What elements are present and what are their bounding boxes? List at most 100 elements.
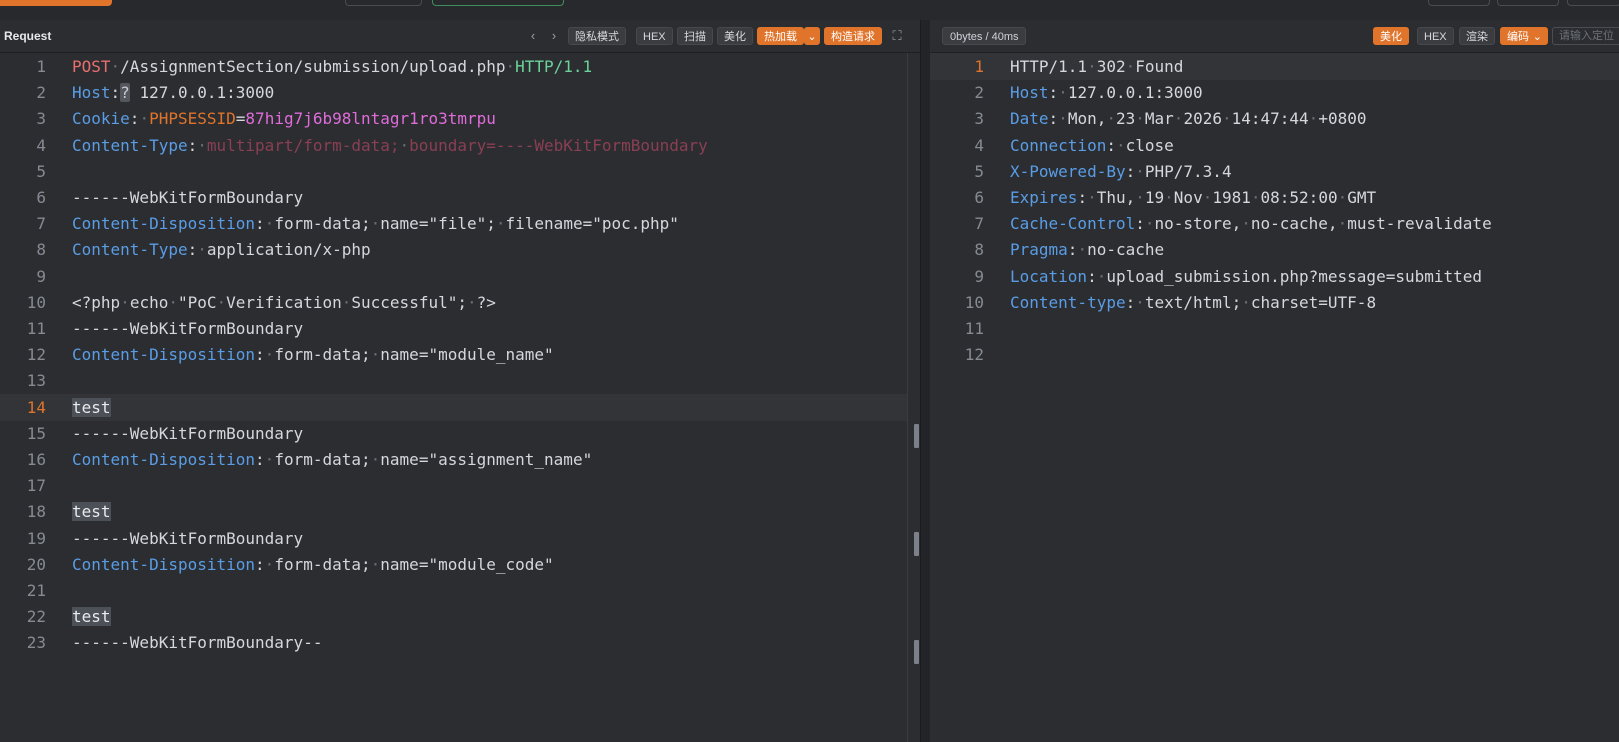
code-token: test [72,502,111,522]
whitespace-marker: · [1135,292,1145,312]
whitespace-marker: · [495,214,506,234]
line-content: Content-Disposition:·form-data;·name="as… [72,446,592,473]
response-toolbar: 0bytes / 40ms 美化 HEX 渲染 编码 ⌄ [930,20,1619,53]
code-token: POST [72,57,111,76]
code-token: ------WebKitFormBoundary-- [72,633,323,653]
scroll-marker [914,532,919,556]
active-top-tab[interactable] [0,0,112,6]
code-line[interactable]: 23 ------WebKitFormBoundary-- [0,629,920,656]
line-content: Host:? 127.0.0.1:3000 [72,79,274,106]
code-token: <?php [72,292,121,312]
code-line[interactable]: 2 Host:? 127.0.0.1:3000 [0,79,920,106]
code-line[interactable]: 11 ------WebKitFormBoundary [0,315,920,342]
whitespace-marker: · [1221,109,1232,129]
request-title: Request [4,29,52,43]
code-line[interactable]: 6 ------WebKitFormBoundary [0,184,920,211]
whitespace-marker: · [264,345,275,365]
code-token: no-cache [1087,240,1165,260]
code-token: 19 [1144,188,1165,207]
code-line[interactable]: 6 Expires:·Thu,·19·Nov·1981·08:52:00·GMT [930,184,1619,211]
top-tab[interactable] [1497,0,1559,6]
expand-icon[interactable]: ⛶ [889,27,905,45]
top-tab[interactable] [1567,0,1619,6]
whitespace-marker: · [264,554,275,574]
code-token: 87hig7j6b98lntagr1ro3tmrpu [245,109,496,129]
top-tab[interactable] [432,0,564,6]
code-line[interactable]: 22 test [0,603,920,630]
code-line[interactable]: 9 Location:·upload_submission.php?message… [930,263,1619,290]
search-input[interactable] [1552,27,1619,45]
code-line[interactable]: 19 ------WebKitFormBoundary [0,525,920,552]
code-line[interactable]: 7 Cache-Control:·no-store,·no-cache,·must… [930,210,1619,237]
code-line[interactable]: 16 Content-Disposition:·form-data;·name="… [0,446,920,473]
whitespace-marker: · [466,292,477,312]
code-line[interactable]: 1 HTTP/1.1·302·Found [930,53,1619,80]
code-line[interactable]: 12 Content-Disposition:·form-data;·name="… [0,341,920,368]
build-request-button[interactable]: 构造请求 [824,27,882,45]
code-token: : [1077,188,1088,207]
code-line[interactable]: 14 test [0,393,920,421]
chevron-right-icon[interactable]: › [546,27,562,45]
hex-button[interactable]: HEX [1417,27,1454,45]
line-content: test [72,498,111,525]
code-line[interactable]: 8 Content-Type:·application/x-php [0,236,920,263]
code-line[interactable]: 1 POST·/AssignmentSection/submission/uplo… [0,53,920,80]
line-number: 17 [26,476,46,496]
code-line[interactable]: 15 ------WebKitFormBoundary [0,420,920,447]
code-token: Cookie [72,109,130,129]
chevron-left-icon[interactable]: ‹ [525,27,541,45]
hex-button[interactable]: HEX [636,27,673,45]
code-line[interactable]: 5 X-Powered-By:·PHP/7.3.4 [930,158,1619,185]
top-tab[interactable] [345,0,422,6]
code-line[interactable]: 7 Content-Disposition:·form-data;·name="f… [0,210,920,237]
code-line[interactable]: 9 [0,263,920,290]
line-number: 8 [974,240,984,260]
code-token: : [1106,135,1116,155]
beautify-button[interactable]: 美化 [717,27,753,45]
code-line[interactable]: 10 <?php·echo·"PoC·Verification·Successfu… [0,289,920,316]
code-token: 127.0.0.1:3000 [129,83,275,103]
code-line[interactable]: 20 Content-Disposition:·form-data;·name="… [0,551,920,578]
code-line[interactable]: 10 Content-type:·text/html;·charset=UTF-8 [930,289,1619,316]
code-line[interactable]: 4 Content-Type:·multipart/form-data;·boun… [0,132,920,159]
whitespace-marker: · [1241,214,1251,234]
line-number: 23 [26,633,46,653]
line-number: 12 [964,345,984,365]
code-line[interactable]: 11 [930,315,1619,342]
line-number: 4 [974,135,984,155]
code-line[interactable]: 18 test [0,498,920,525]
private-mode-button[interactable]: 隐私模式 [568,27,626,45]
code-line[interactable]: 2 Host:·127.0.0.1:3000 [930,79,1619,106]
code-line[interactable]: 5 [0,158,920,185]
line-number: 22 [26,607,46,627]
whitespace-marker: · [370,345,381,365]
request-scrollbar[interactable] [907,53,920,742]
code-token: Successful"; [351,292,467,312]
code-line[interactable]: 3 Date:·Mon,·23·Mar·2026·14:47:44·+0800 [930,105,1619,132]
hot-load-dropdown-chevron-icon[interactable]: ⌄ [804,27,820,45]
whitespace-marker: · [1115,135,1126,155]
code-line[interactable]: 21 [0,577,920,604]
scan-button[interactable]: 扫描 [677,27,713,45]
code-line[interactable]: 3 Cookie:·PHPSESSID=87hig7j6b98lntagr1ro3… [0,105,920,132]
code-line[interactable]: 17 [0,472,920,499]
code-token: test [72,397,111,417]
hot-load-button[interactable]: 热加载 [757,27,804,45]
code-token: 302 [1096,57,1126,76]
encoding-button[interactable]: 编码 ⌄ [1500,27,1548,45]
code-token: 127.0.0.1:3000 [1067,83,1203,103]
beautify-button[interactable]: 美化 [1373,27,1409,45]
line-content: POST·/AssignmentSection/submission/uploa… [72,53,592,80]
code-token: /AssignmentSection/submission/upload.php [120,57,506,76]
response-editor[interactable]: 1 HTTP/1.1·302·Found 2 Host:·127.0.0.1:3000… [930,53,1619,742]
render-button[interactable]: 渲染 [1459,27,1495,45]
top-tab[interactable] [1428,0,1490,6]
code-line[interactable]: 12 [930,341,1619,368]
line-content: Pragma:·no-cache [1010,236,1164,263]
code-line[interactable]: 13 [0,367,920,394]
code-line[interactable]: 4 Connection:·close [930,132,1619,159]
code-line[interactable]: 8 Pragma:·no-cache [930,236,1619,263]
request-editor[interactable]: 1 POST·/AssignmentSection/submission/uplo… [0,53,920,742]
code-token: : [1135,214,1145,234]
line-number: 8 [36,240,46,260]
